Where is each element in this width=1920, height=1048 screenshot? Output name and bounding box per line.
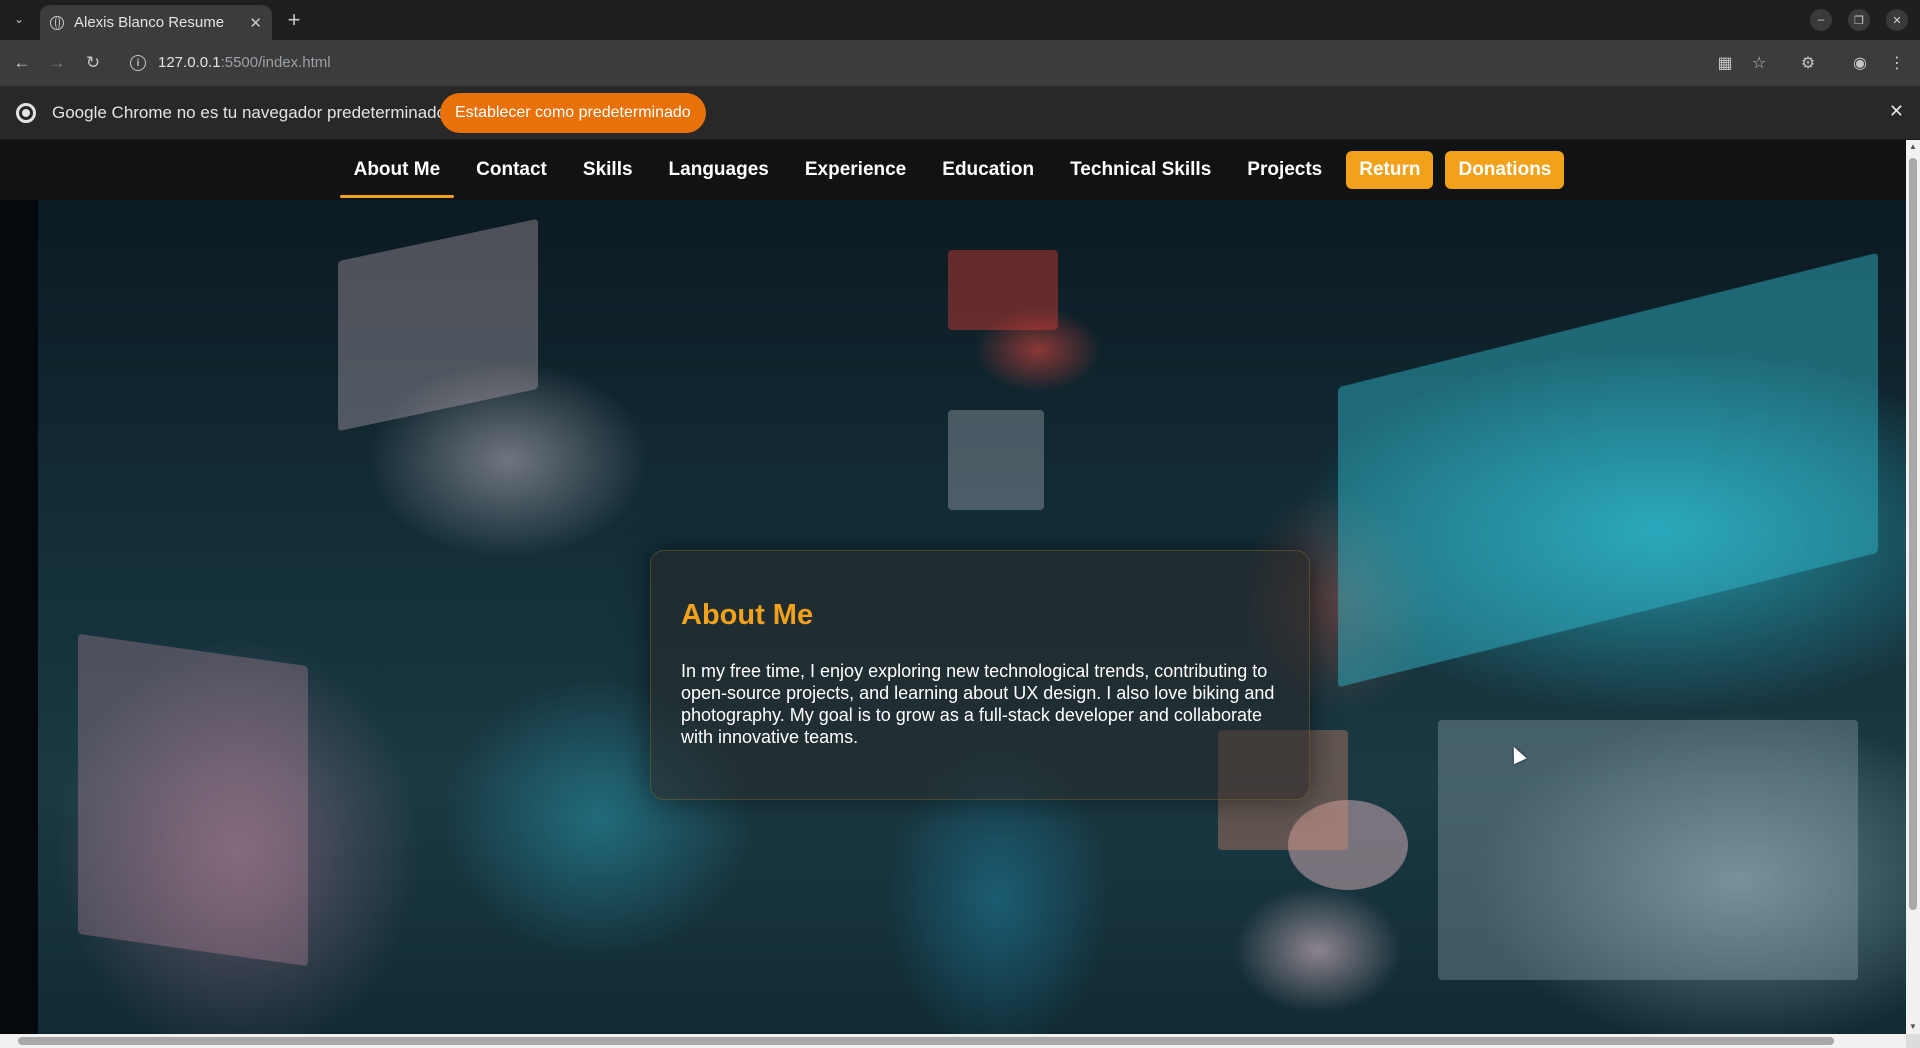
nav-education[interactable]: Education <box>928 149 1048 191</box>
about-me-paragraph: In my free time, I enjoy exploring new t… <box>681 661 1275 747</box>
tab-title: Alexis Blanco Resume <box>74 14 225 31</box>
nav-languages[interactable]: Languages <box>655 149 783 191</box>
extensions-puzzle-icon[interactable]: ⚙ <box>1797 52 1819 74</box>
new-tab-plus-icon[interactable]: + <box>282 7 306 32</box>
browser-tab[interactable]: Alexis Blanco Resume ✕ <box>40 5 272 40</box>
nav-skills[interactable]: Skills <box>569 149 647 191</box>
site-info-icon[interactable]: i <box>130 55 146 71</box>
close-window-icon[interactable]: ✕ <box>1886 9 1908 31</box>
back-arrow-icon[interactable]: ← <box>11 52 33 74</box>
site-navbar: About Me Contact Skills Languages Experi… <box>0 140 1906 200</box>
browser-toolbar: ← → ↻ i 127.0.0.1:5500/index.html ▦ ☆ ⚙ … <box>0 40 1920 86</box>
vertical-scroll-thumb[interactable] <box>1909 158 1917 910</box>
menu-kebab-icon[interactable]: ⋮ <box>1886 52 1908 74</box>
about-me-card: About Me In my free time, I enjoy explor… <box>650 550 1310 800</box>
infobar-message: Google Chrome no es tu navegador predete… <box>52 103 447 122</box>
reload-icon[interactable]: ↻ <box>82 52 104 74</box>
restore-icon[interactable]: ❐ <box>1848 9 1870 31</box>
scroll-down-arrow-icon[interactable]: ▼ <box>1909 1022 1917 1031</box>
bookmark-star-icon[interactable]: ☆ <box>1748 52 1770 74</box>
browser-titlebar: ⌄ Alexis Blanco Resume ✕ + – ❐ ✕ <box>0 0 1920 40</box>
scroll-up-arrow-icon[interactable]: ▲ <box>1909 142 1917 151</box>
nav-projects[interactable]: Projects <box>1233 149 1336 191</box>
chrome-logo-icon <box>16 103 36 123</box>
close-tab-icon[interactable]: ✕ <box>249 14 262 32</box>
nav-experience[interactable]: Experience <box>791 149 920 191</box>
globe-icon <box>50 15 64 30</box>
profile-avatar-icon[interactable]: ◉ <box>1849 52 1871 74</box>
default-browser-infobar: Google Chrome no es tu navegador predete… <box>0 86 1920 140</box>
scrollbar-corner <box>1906 1034 1920 1048</box>
about-me-heading: About Me <box>681 599 814 631</box>
return-button[interactable]: Return <box>1346 151 1434 189</box>
tab-search-chevron-icon[interactable]: ⌄ <box>8 8 30 30</box>
donations-button[interactable]: Donations <box>1445 151 1565 189</box>
minimize-icon[interactable]: – <box>1810 9 1832 31</box>
nav-contact[interactable]: Contact <box>462 149 561 191</box>
horizontal-scroll-thumb[interactable] <box>18 1037 1834 1045</box>
forward-arrow-icon[interactable]: → <box>46 52 68 74</box>
url-text: 127.0.0.1:5500/index.html <box>158 54 331 71</box>
set-default-button[interactable]: Establecer como predeterminado <box>440 93 706 133</box>
vertical-scrollbar[interactable]: ▲ ▼ <box>1906 140 1920 1034</box>
infobar-close-icon[interactable]: ✕ <box>1889 101 1904 122</box>
translate-icon[interactable]: ▦ <box>1714 52 1736 74</box>
address-bar[interactable]: i 127.0.0.1:5500/index.html <box>120 45 1800 81</box>
page-viewport: About Me Contact Skills Languages Experi… <box>0 140 1906 1034</box>
nav-about-me[interactable]: About Me <box>339 149 455 198</box>
horizontal-scrollbar[interactable] <box>0 1034 1906 1048</box>
nav-technical-skills[interactable]: Technical Skills <box>1056 149 1225 191</box>
